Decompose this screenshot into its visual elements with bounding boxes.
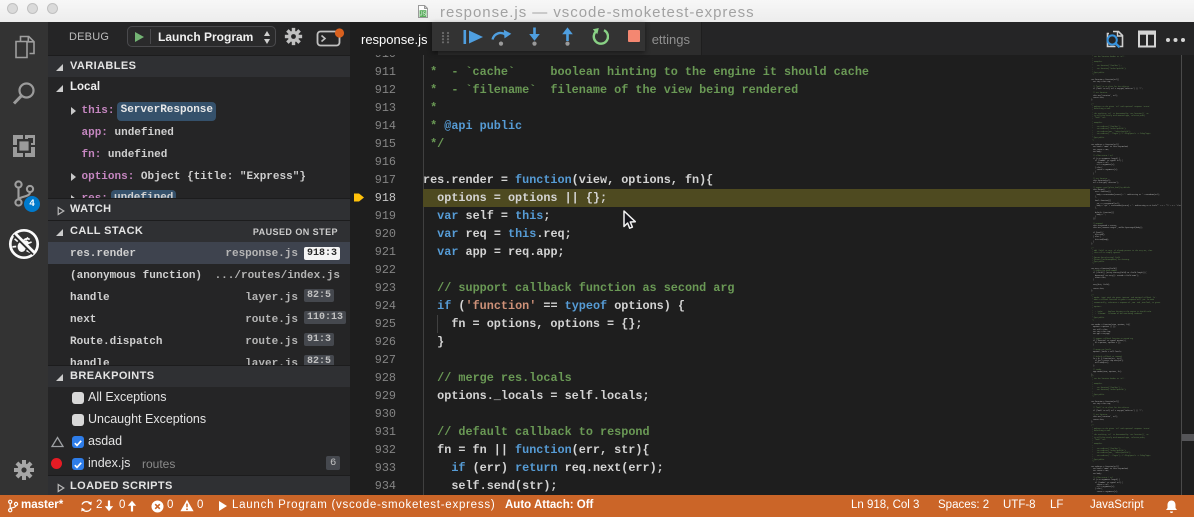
svg-text:JS: JS xyxy=(420,12,427,18)
